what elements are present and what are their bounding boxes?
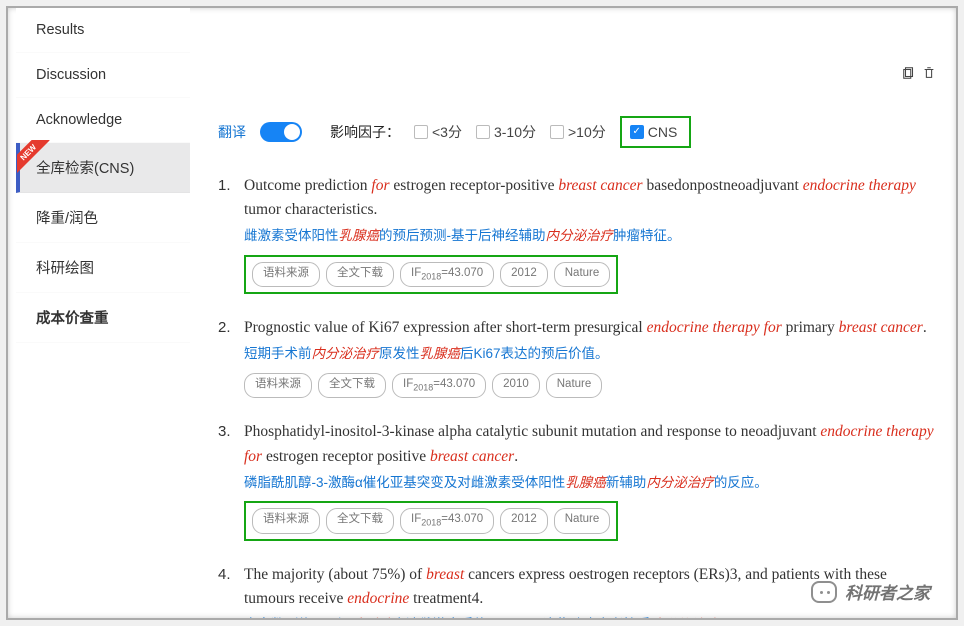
watermark: 科研者之家 [811,579,930,604]
filter-gt10[interactable]: >10分 [550,122,606,142]
pill-journal[interactable]: Nature [546,373,603,398]
copy-icon[interactable] [902,66,916,83]
filter-3-10[interactable]: 3-10分 [476,122,536,142]
pill-source[interactable]: 语料来源 [244,373,312,398]
checkbox-checked-icon [630,125,644,139]
pill-source[interactable]: 语料来源 [252,262,320,287]
main-panel: 翻译 影响因子： <3分 3-10分 >10分 CNS 1.Outcome pr… [208,8,948,618]
result-entry: 2.Prognostic value of Ki67 expression af… [218,316,948,398]
translate-label: 翻译 [218,122,246,142]
result-title-en[interactable]: Prognostic value of Ki67 expression afte… [244,316,940,340]
results-list: 1.Outcome prediction for estrogen recept… [208,174,948,618]
translate-toggle[interactable] [260,122,302,142]
result-title-zh: 大多数（约75%）乳腺癌表达雌激素受体(ERs)3，这些肿瘤患者接受内分泌治疗。 [244,615,940,618]
result-title-zh: 磷脂酰肌醇-3-激酶α催化亚基突变及对雌激素受体阳性乳腺癌新辅助内分泌治疗的反应… [244,473,940,494]
result-entry: 3.Phosphatidyl-inositol-3-kinase alpha c… [218,420,948,540]
pill-year[interactable]: 2012 [500,262,548,287]
result-title-en[interactable]: Phosphatidyl-inositol-3-kinase alpha cat… [244,420,940,468]
sidebar-item-plotting[interactable]: 科研绘图 [16,243,190,293]
result-tags: 语料来源全文下载IF2018=43.0702012Nature [244,255,618,294]
pill-download[interactable]: 全文下载 [326,508,394,533]
pill-impact-factor[interactable]: IF2018=43.070 [400,508,494,533]
impact-factor-label: 影响因子： [330,122,400,142]
pill-impact-factor[interactable]: IF2018=43.070 [400,262,494,287]
chat-bubble-icon [811,581,837,603]
pill-download[interactable]: 全文下载 [326,262,394,287]
pill-impact-factor[interactable]: IF2018=43.070 [392,373,486,398]
filter-cns-highlight: CNS [620,116,692,148]
result-title-zh: 雌激素受体阳性乳腺癌的预后预测-基于后神经辅助内分泌治疗肿瘤特征。 [244,226,940,247]
result-tags: 语料来源全文下载IF2018=43.0702012Nature [244,501,618,540]
sidebar-item-cns-search[interactable]: 全库检索(CNS) [16,143,190,193]
top-actions [902,66,936,83]
filter-bar: 翻译 影响因子： <3分 3-10分 >10分 CNS [208,116,948,148]
result-tags: 语料来源全文下载IF2018=43.0702010Nature [244,373,940,398]
result-number: 4. [218,563,244,618]
pill-journal[interactable]: Nature [554,508,611,533]
pill-year[interactable]: 2010 [492,373,540,398]
result-number: 1. [218,174,244,294]
pill-source[interactable]: 语料来源 [252,508,320,533]
result-title-en[interactable]: Outcome prediction for estrogen receptor… [244,174,940,222]
new-ribbon-icon [17,140,53,176]
sidebar-item-cost-check[interactable]: 成本价查重 [16,293,190,343]
sidebar-item-discussion[interactable]: Discussion [16,53,190,98]
pill-download[interactable]: 全文下载 [318,373,386,398]
filter-lt3[interactable]: <3分 [414,122,462,142]
sidebar: Results Discussion Acknowledge 全库检索(CNS)… [16,8,190,343]
result-number: 2. [218,316,244,398]
pill-journal[interactable]: Nature [554,262,611,287]
sidebar-item-rewrite[interactable]: 降重/润色 [16,193,190,243]
filter-cns[interactable]: CNS [630,124,678,140]
sidebar-item-results[interactable]: Results [16,8,190,53]
pill-year[interactable]: 2012 [500,508,548,533]
result-entry: 1.Outcome prediction for estrogen recept… [218,174,948,294]
result-title-zh: 短期手术前内分泌治疗原发性乳腺癌后Ki67表达的预后价值。 [244,344,940,365]
result-number: 3. [218,420,244,540]
trash-icon[interactable] [922,66,936,83]
sidebar-item-acknowledge[interactable]: Acknowledge [16,98,190,143]
